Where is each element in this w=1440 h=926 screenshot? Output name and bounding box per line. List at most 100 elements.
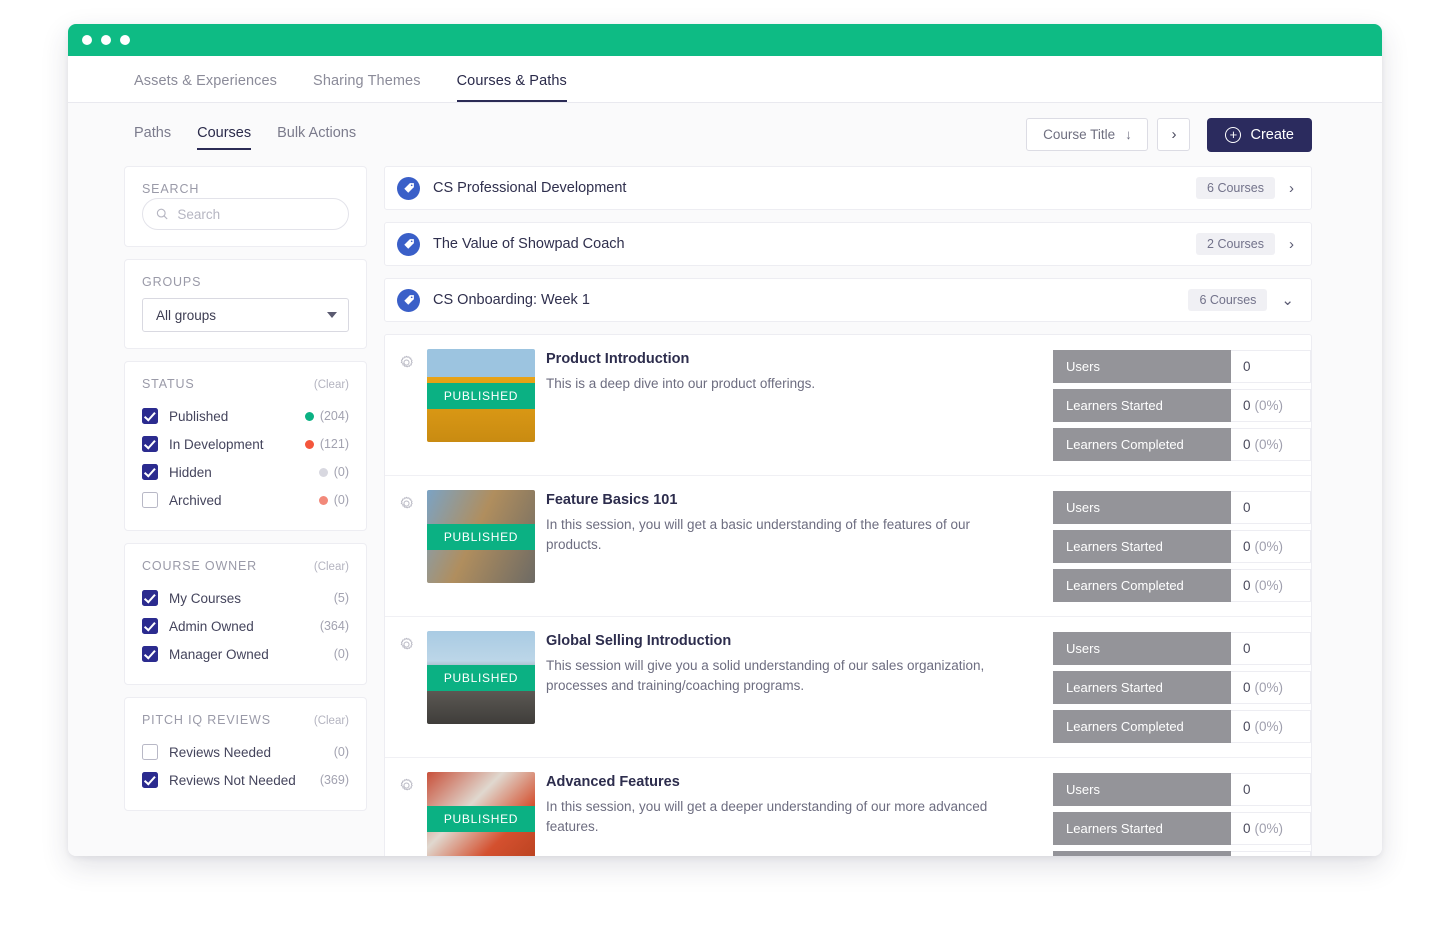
stat-value: 0(0%) bbox=[1231, 812, 1311, 845]
filter-status-published[interactable]: Published (204) bbox=[142, 402, 349, 430]
stat-label: Users bbox=[1053, 632, 1231, 665]
stat-percent: (0%) bbox=[1254, 539, 1284, 554]
filter-reviews-needed[interactable]: Reviews Needed (0) bbox=[142, 738, 349, 766]
chevron-down-icon[interactable]: ⌄ bbox=[1281, 291, 1294, 309]
window-minimize-dot[interactable] bbox=[101, 35, 111, 45]
next-page-button[interactable]: › bbox=[1157, 118, 1191, 151]
gear-icon[interactable] bbox=[399, 496, 414, 511]
checkbox-manager-owned[interactable] bbox=[142, 646, 158, 662]
course-row[interactable]: PUBLISHED Feature Basics 101 In this ses… bbox=[385, 476, 1311, 617]
stat-value: 0(0%) bbox=[1231, 851, 1311, 856]
filter-owner-my-courses[interactable]: My Courses (5) bbox=[142, 584, 349, 612]
status-clear-link[interactable]: (Clear) bbox=[314, 379, 349, 391]
stat-number: 0 bbox=[1243, 398, 1251, 413]
course-description: This session will give you a solid under… bbox=[546, 658, 985, 693]
stat-percent: (0%) bbox=[1254, 578, 1284, 593]
stat-percent: (0%) bbox=[1254, 821, 1284, 836]
filter-label: Published bbox=[169, 408, 229, 424]
filter-owner-admin-owned[interactable]: Admin Owned (364) bbox=[142, 612, 349, 640]
groups-select[interactable]: All groups bbox=[142, 298, 349, 332]
course-title[interactable]: Global Selling Introduction bbox=[546, 633, 1035, 649]
filter-status-in-development[interactable]: In Development (121) bbox=[142, 430, 349, 458]
tag-icon bbox=[397, 176, 420, 200]
filter-status-archived[interactable]: Archived (0) bbox=[142, 486, 349, 514]
gear-icon[interactable] bbox=[399, 355, 414, 370]
stat-label: Users bbox=[1053, 350, 1231, 383]
group-name: The Value of Showpad Coach bbox=[433, 236, 625, 252]
search-panel-title: SEARCH bbox=[142, 182, 200, 196]
stat-row-users: Users 0 bbox=[1053, 350, 1311, 383]
stat-label: Learners Completed bbox=[1053, 569, 1231, 602]
stat-number: 0 bbox=[1243, 359, 1251, 374]
search-input[interactable] bbox=[177, 206, 335, 222]
window-maximize-dot[interactable] bbox=[120, 35, 130, 45]
status-panel-title: STATUS bbox=[142, 377, 195, 391]
checkbox-reviews-needed[interactable] bbox=[142, 744, 158, 760]
stat-percent: (0%) bbox=[1254, 719, 1284, 734]
stat-label: Learners Completed bbox=[1053, 851, 1231, 856]
course-row[interactable]: PUBLISHED Global Selling Introduction Th… bbox=[385, 617, 1311, 758]
chevron-right-icon[interactable]: › bbox=[1289, 180, 1294, 197]
stat-value: 0(0%) bbox=[1231, 569, 1311, 602]
status-badge: PUBLISHED bbox=[427, 524, 535, 550]
checkbox-reviews-not-needed[interactable] bbox=[142, 772, 158, 788]
stat-number: 0 bbox=[1243, 719, 1251, 734]
subtab-bulk-actions[interactable]: Bulk Actions bbox=[277, 125, 356, 150]
stat-number: 0 bbox=[1243, 539, 1251, 554]
stat-label: Learners Started bbox=[1053, 671, 1231, 704]
group-row-the-value-of-showpad-coach[interactable]: The Value of Showpad Coach 2 Courses › bbox=[384, 222, 1312, 266]
course-stats: Users 0 Learners Started 0(0%) Learners … bbox=[1053, 772, 1311, 856]
expanded-course-list: PUBLISHED Product Introduction This is a… bbox=[384, 334, 1312, 856]
stat-label: Learners Started bbox=[1053, 812, 1231, 845]
chevron-down-icon bbox=[327, 312, 337, 318]
gear-icon[interactable] bbox=[399, 778, 414, 793]
checkbox-admin-owned[interactable] bbox=[142, 618, 158, 634]
course-title[interactable]: Product Introduction bbox=[546, 351, 1035, 367]
stat-value: 0 bbox=[1231, 773, 1311, 806]
subtab-courses[interactable]: Courses bbox=[197, 125, 252, 150]
checkbox-hidden[interactable] bbox=[142, 464, 158, 480]
stat-label: Learners Started bbox=[1053, 530, 1231, 563]
course-row[interactable]: PUBLISHED Product Introduction This is a… bbox=[385, 335, 1311, 476]
checkbox-published[interactable] bbox=[142, 408, 158, 424]
stat-value: 0(0%) bbox=[1231, 530, 1311, 563]
checkbox-archived[interactable] bbox=[142, 492, 158, 508]
tab-sharing-themes[interactable]: Sharing Themes bbox=[313, 73, 421, 102]
checkbox-in-development[interactable] bbox=[142, 436, 158, 452]
search-field-wrapper[interactable] bbox=[142, 198, 349, 230]
course-title[interactable]: Feature Basics 101 bbox=[546, 492, 1035, 508]
stat-label: Learners Completed bbox=[1053, 710, 1231, 743]
arrow-down-icon: ↓ bbox=[1125, 127, 1132, 142]
group-row-cs-onboarding-week-1[interactable]: CS Onboarding: Week 1 6 Courses ⌄ bbox=[384, 278, 1312, 322]
course-thumbnail: PUBLISHED bbox=[427, 772, 535, 856]
course-row[interactable]: PUBLISHED Advanced Features In this sess… bbox=[385, 758, 1311, 856]
chevron-right-icon[interactable]: › bbox=[1289, 236, 1294, 253]
filter-label: Hidden bbox=[169, 464, 212, 480]
group-row-cs-professional-development[interactable]: CS Professional Development 6 Courses › bbox=[384, 166, 1312, 210]
checkbox-my-courses[interactable] bbox=[142, 590, 158, 606]
filter-label: Archived bbox=[169, 492, 222, 508]
course-thumbnail: PUBLISHED bbox=[427, 631, 535, 724]
tab-assets-experiences[interactable]: Assets & Experiences bbox=[134, 73, 277, 102]
stat-row-learners-started: Learners Started 0 (0%) bbox=[1053, 389, 1311, 422]
subtab-paths[interactable]: Paths bbox=[134, 125, 171, 150]
course-description: This is a deep dive into our product off… bbox=[546, 376, 816, 391]
tab-courses-paths[interactable]: Courses & Paths bbox=[456, 73, 567, 102]
filter-owner-manager-owned[interactable]: Manager Owned (0) bbox=[142, 640, 349, 668]
owner-clear-link[interactable]: (Clear) bbox=[314, 561, 349, 573]
course-stats: Users 0 Learners Started 0(0%) Learners … bbox=[1053, 631, 1311, 743]
create-button[interactable]: + Create bbox=[1207, 117, 1312, 152]
course-stats: Users 0 Learners Started 0(0%) Learners … bbox=[1053, 490, 1311, 602]
filter-status-hidden[interactable]: Hidden (0) bbox=[142, 458, 349, 486]
status-dot-archived bbox=[318, 495, 328, 505]
pitchiq-clear-link[interactable]: (Clear) bbox=[314, 715, 349, 727]
stat-label: Users bbox=[1053, 491, 1231, 524]
stat-row-learners-completed: Learners Completed 0(0%) bbox=[1053, 851, 1311, 856]
sort-select[interactable]: Course Title ↓ bbox=[1026, 118, 1149, 151]
filter-count: (204) bbox=[319, 409, 349, 423]
sort-select-label: Course Title bbox=[1043, 127, 1116, 142]
filter-reviews-not-needed[interactable]: Reviews Not Needed (369) bbox=[142, 766, 349, 794]
course-title[interactable]: Advanced Features bbox=[546, 774, 1035, 790]
window-close-dot[interactable] bbox=[82, 35, 92, 45]
gear-icon[interactable] bbox=[399, 637, 414, 652]
